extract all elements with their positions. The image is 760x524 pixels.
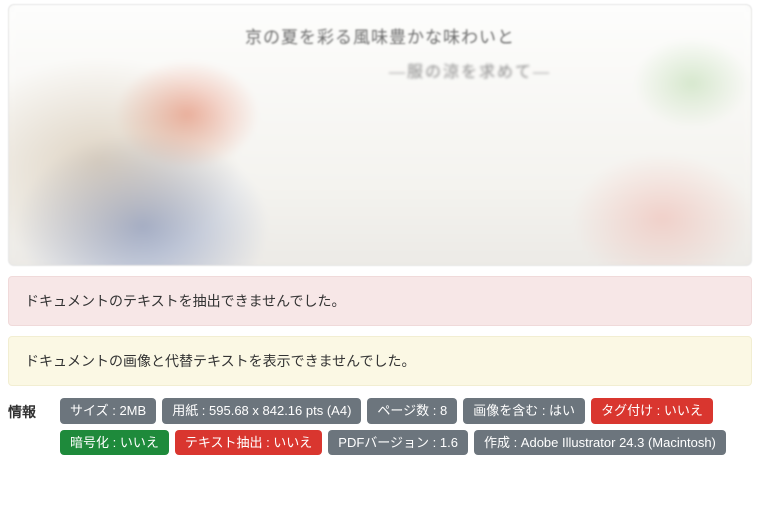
badge-has-images: 画像を含む : はい	[463, 398, 585, 424]
document-preview-hero: 京の夏を彩る風味豊かな味わいと ―服の涼を求めて―	[8, 4, 752, 266]
alert-text-extract-failed: ドキュメントのテキストを抽出できませんでした。	[8, 276, 752, 326]
badge-encrypted: 暗号化 : いいえ	[60, 430, 169, 456]
badge-paper: 用紙 : 595.68 x 842.16 pts (A4)	[162, 398, 361, 424]
alert-text-extract-failed-message: ドキュメントのテキストを抽出できませんでした。	[25, 293, 345, 309]
hero-caption-line1: 京の夏を彩る風味豊かな味わいと	[9, 23, 751, 48]
badge-pages: ページ数 : 8	[367, 398, 457, 424]
alert-image-alt-failed-message: ドキュメントの画像と代替テキストを表示できませんでした。	[25, 353, 415, 369]
info-heading: 情報	[8, 398, 42, 422]
hero-caption: 京の夏を彩る風味豊かな味わいと ―服の涼を求めて―	[9, 23, 751, 82]
badge-creator: 作成 : Adobe Illustrator 24.3 (Macintosh)	[474, 430, 726, 456]
badge-pdf-version: PDFバージョン : 1.6	[328, 430, 468, 456]
alert-image-alt-failed: ドキュメントの画像と代替テキストを表示できませんでした。	[8, 336, 752, 386]
info-badges: サイズ : 2MB 用紙 : 595.68 x 842.16 pts (A4) …	[60, 398, 752, 455]
info-section: 情報 サイズ : 2MB 用紙 : 595.68 x 842.16 pts (A…	[8, 398, 752, 455]
badge-text-extract: テキスト抽出 : いいえ	[175, 430, 322, 456]
badge-tagged: タグ付け : いいえ	[591, 398, 713, 424]
badge-size: サイズ : 2MB	[60, 398, 156, 424]
hero-caption-line2: ―服の涼を求めて―	[189, 58, 751, 82]
